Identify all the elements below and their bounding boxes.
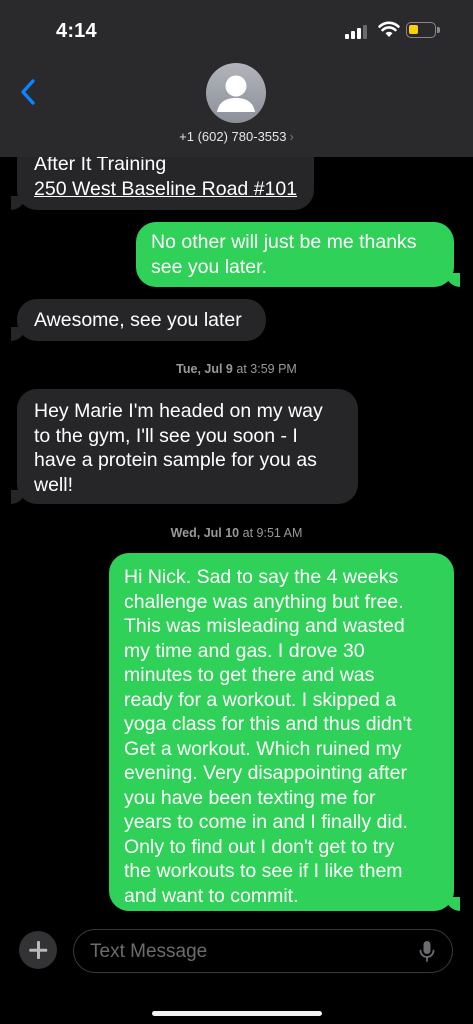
received-message[interactable]: Hey Marie I'm headed on my way to the gy… [11,389,358,504]
chevron-right-icon: › [289,129,294,144]
sent-message[interactable]: Hi Nick. Sad to say the 4 weeks challeng… [109,553,460,911]
battery-icon [406,22,440,38]
address-link[interactable]: 250 West Baseline Road #101 [34,177,297,202]
timestamp-time: at 9:51 AM [242,526,303,540]
bubble-tail [11,196,25,210]
sent-message[interactable]: No other will just be me thanks see you … [136,222,460,287]
phone-number: +1 (602) 780-3553 [179,129,287,144]
message-text: yoga class for this and thus didn't [124,713,412,735]
message-text: challenge was anything but free. [124,590,404,613]
timestamp-day: Wed, Jul 10 [170,526,240,540]
message-text: the workouts to see if I like them [124,860,403,882]
message-text: well! [34,473,74,496]
avatar-icon [217,75,255,112]
bubble-tail [11,327,25,341]
message-text: Hey Marie I'm headed on my way [34,400,323,422]
message-text: No other will just be me thanks [151,231,417,253]
message-text: years to come in and I finally did. [124,811,408,833]
message-text: Hi Nick. Sad to say the 4 weeks [124,566,399,588]
message-text: Get a workout. Which ruined my [124,737,402,760]
timestamp: Tue, Jul 9 at 3:59 PM [0,362,473,376]
message-text: you have been texting me for [124,786,376,809]
timestamp-day: Tue, Jul 9 [176,362,233,376]
message-text: Only to find out I don't get to try [124,835,395,858]
bubble-tail [446,273,460,287]
message-text: and want to commit. [124,884,299,907]
message-text: ready for a workout. I skipped a [124,688,397,711]
bubble-tail [446,897,460,911]
message-text: minutes to get there and was [124,664,375,686]
back-chevron-icon[interactable] [18,76,40,108]
message-text: see you later. [151,255,267,278]
battery-level [409,25,418,34]
message-text: have a protein sample for you as [34,449,317,471]
message-text: evening. Very disappointing after [124,762,407,784]
mic-icon[interactable] [419,940,435,964]
timestamp: Wed, Jul 10 at 9:51 AM [0,526,473,540]
contact-avatar[interactable] [206,63,266,123]
message-text: This was misleading and wasted [124,615,405,637]
message-input-field[interactable] [73,929,453,973]
bubble-tail [11,490,25,504]
wifi-icon [378,21,400,37]
plus-button[interactable] [19,931,57,969]
message-text: Awesome, see you later [34,309,242,331]
status-time: 4:14 [56,20,97,42]
signal-icon [345,25,367,39]
timestamp-time: at 3:59 PM [236,362,297,376]
received-message[interactable]: Awesome, see you later [11,299,266,341]
home-indicator[interactable] [152,1011,322,1016]
contact-phone[interactable]: +1 (602) 780-3553 › [0,129,473,144]
message-text: to the gym, I'll see you soon - I [34,424,298,447]
status-bar: 4:14 [0,0,473,60]
message-text: my time and gas. I drove 30 [124,639,365,662]
message-input[interactable] [88,938,412,966]
battery-nub [437,27,440,33]
